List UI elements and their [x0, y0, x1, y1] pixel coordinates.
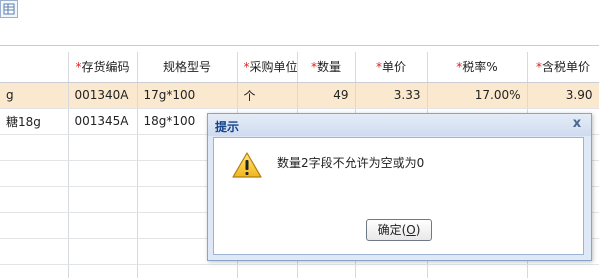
column-header[interactable]: *税率% — [427, 52, 528, 83]
dialog-message: 数量2字段不允许为空或为0 — [277, 156, 425, 170]
column-header[interactable]: 规格型号 — [137, 52, 238, 83]
column-header-label: 采购单位 — [249, 60, 297, 75]
cell-tax[interactable]: 17.00% — [427, 82, 528, 109]
cell-unit[interactable] — [237, 264, 298, 278]
table-row[interactable] — [0, 264, 599, 278]
column-header-label: 单价 — [381, 60, 406, 75]
cell-tax[interactable] — [427, 264, 528, 278]
dialog-title: 提示 — [215, 120, 240, 134]
cell-code[interactable] — [68, 160, 138, 187]
cell-qty[interactable]: 49 — [297, 82, 356, 109]
cell-name[interactable] — [0, 160, 69, 187]
cell-name[interactable]: g — [0, 82, 69, 109]
cell-name[interactable] — [0, 212, 69, 239]
dialog-header[interactable]: 提示 x — [208, 114, 591, 136]
cell-name[interactable] — [0, 134, 69, 161]
ok-button-suffix: ) — [415, 223, 421, 237]
column-header[interactable]: *存货编码 — [68, 52, 138, 83]
cell-code[interactable] — [68, 212, 138, 239]
column-header[interactable]: *含税单价 — [527, 52, 599, 83]
warning-icon — [231, 151, 263, 182]
cell-spec[interactable] — [137, 264, 238, 278]
grid-divider — [0, 45, 599, 46]
alert-dialog: 提示 x 数量2字段不允许为空或为0 确定(O) — [207, 113, 592, 261]
cell-name[interactable] — [0, 186, 69, 213]
cell-taxprice[interactable] — [527, 264, 599, 278]
ok-button[interactable]: 确定(O) — [366, 219, 432, 241]
column-header-label: 存货编码 — [81, 60, 130, 75]
grid-table-icon[interactable] — [0, 0, 18, 18]
purchase-order-page: *存货编码 规格型号 *采购单位 *数量 *单价 *税率% *含税单价 g 001340A 17… — [0, 0, 599, 278]
cell-name[interactable]: 糖18g — [0, 108, 69, 135]
ok-button-mnemonic: O — [406, 223, 416, 237]
close-icon[interactable]: x — [570, 116, 584, 132]
dialog-body: 数量2字段不允许为空或为0 确定(O) — [213, 137, 584, 255]
cell-qty[interactable] — [297, 264, 356, 278]
cell-price[interactable] — [355, 264, 428, 278]
cell-unit[interactable]: 个 — [237, 82, 298, 109]
grid-header-row: *存货编码 规格型号 *采购单位 *数量 *单价 *税率% *含税单价 — [0, 52, 599, 83]
cell-name[interactable] — [0, 264, 69, 278]
column-header[interactable]: *单价 — [355, 52, 428, 83]
cell-code[interactable]: 001345A — [68, 108, 138, 135]
cell-code[interactable]: 001340A — [68, 82, 138, 109]
cell-code[interactable] — [68, 238, 138, 265]
table-row[interactable]: g 001340A 17g*100 个 49 3.33 17.00% 3.90 — [0, 82, 599, 109]
column-header[interactable]: *数量 — [297, 52, 356, 83]
column-header-label: 含税单价 — [541, 60, 590, 75]
cell-name[interactable] — [0, 238, 69, 265]
cell-code[interactable] — [68, 134, 138, 161]
column-header[interactable]: *采购单位 — [237, 52, 298, 83]
ok-button-label: 确定( — [377, 223, 407, 237]
cell-price[interactable]: 3.33 — [355, 82, 428, 109]
cell-taxprice[interactable]: 3.90 — [527, 82, 599, 109]
column-header-label: 数量 — [316, 60, 341, 75]
cell-code[interactable] — [68, 264, 138, 278]
column-header-label: 规格型号 — [162, 60, 211, 75]
column-header[interactable] — [0, 52, 69, 83]
column-header-label: 税率% — [462, 60, 498, 75]
cell-spec[interactable]: 17g*100 — [137, 82, 238, 109]
cell-code[interactable] — [68, 186, 138, 213]
